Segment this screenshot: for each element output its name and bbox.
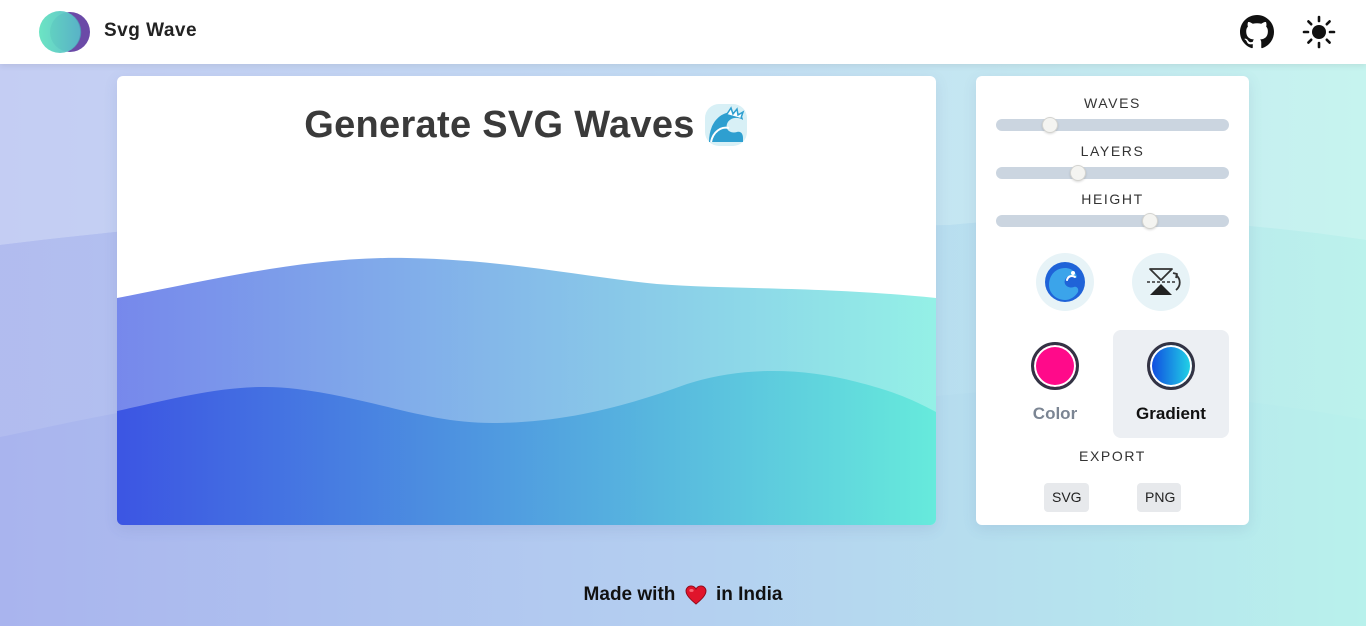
waves-slider-thumb[interactable] — [1041, 117, 1058, 133]
layers-slider[interactable] — [996, 165, 1229, 181]
export-svg-button[interactable]: SVG — [1044, 483, 1089, 512]
flip-button[interactable] — [1132, 253, 1190, 311]
layers-slider-thumb[interactable] — [1069, 165, 1086, 181]
gradient-mode-label: Gradient — [1136, 404, 1206, 423]
color-mode-label: Color — [1032, 404, 1078, 423]
export-png-button[interactable]: PNG — [1137, 483, 1181, 512]
github-icon[interactable] — [1240, 15, 1274, 49]
layers-label: LAYERS — [1080, 143, 1145, 159]
height-label: HEIGHT — [1081, 191, 1144, 207]
controls-panel: WAVES LAYERS HEIGHT Color Gradient EXPOR… — [976, 76, 1249, 525]
wave-emoji-icon — [704, 104, 747, 146]
waves-label: WAVES — [1083, 95, 1141, 111]
top-navbar: Svg Wave — [0, 0, 1366, 64]
height-slider-thumb[interactable] — [1141, 213, 1158, 229]
height-slider[interactable] — [996, 213, 1229, 229]
color-swatch[interactable] — [1031, 342, 1079, 390]
wave-preview-card: Generate SVG Waves — [117, 76, 936, 525]
export-label: EXPORT — [1079, 448, 1146, 464]
footer: Made with in India — [0, 584, 1366, 606]
gradient-mode-option[interactable]: Gradient — [1113, 330, 1229, 438]
heart-icon — [685, 585, 707, 605]
sun-icon[interactable] — [1302, 15, 1336, 49]
gradient-swatch[interactable] — [1147, 342, 1195, 390]
svgwave-logo[interactable] — [38, 10, 92, 54]
wave-randomize-icon — [1045, 262, 1085, 302]
footer-suffix: in India — [715, 584, 783, 605]
footer-prefix: Made with — [583, 584, 676, 605]
page-title: Generate SVG Waves — [304, 103, 695, 146]
waves-slider[interactable] — [996, 117, 1229, 133]
color-mode-option[interactable]: Color — [997, 330, 1113, 438]
brand-name[interactable]: Svg Wave — [104, 20, 197, 42]
flip-icon — [1147, 268, 1181, 295]
page-heading: Generate SVG Waves — [117, 102, 936, 148]
randomize-button[interactable] — [1036, 253, 1094, 311]
